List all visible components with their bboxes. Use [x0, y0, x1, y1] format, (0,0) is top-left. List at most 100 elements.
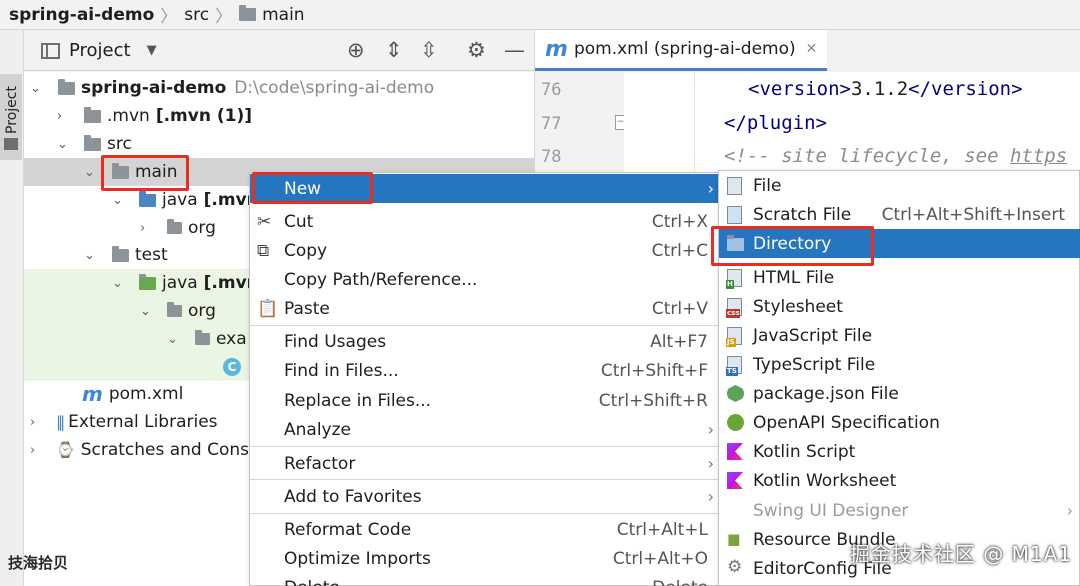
folder-icon: [239, 5, 257, 21]
chevron-right-icon[interactable]: ›: [140, 221, 145, 236]
submenu-item-openapi[interactable]: OpenAPI Specification: [719, 408, 1080, 437]
tree-node-root[interactable]: ⌄ spring-ai-demo D:\code\spring-ai-demo: [24, 74, 534, 102]
tree-node-label: .mvn: [107, 106, 150, 126]
comment-link[interactable]: https: [1010, 145, 1067, 167]
class-icon: C: [223, 358, 241, 376]
submenu-item-kotlin-script[interactable]: Kotlin Script: [719, 437, 1080, 466]
xml-text: 3.1.2: [850, 78, 909, 100]
menu-item-label: TypeScript File: [753, 354, 876, 375]
tree-node-label: test: [135, 245, 168, 265]
javascript-file-icon: JS: [726, 327, 742, 347]
menu-item-refactor[interactable]: Refactor ›: [250, 449, 720, 478]
menu-item-find-in-files[interactable]: Find in Files... Ctrl+Shift+F: [250, 356, 720, 385]
locate-icon[interactable]: ⊕: [347, 39, 365, 61]
submenu-item-html-file[interactable]: H HTML File: [719, 263, 1080, 292]
chevron-right-icon[interactable]: ›: [30, 415, 35, 430]
menu-item-label: Delete: [284, 578, 340, 586]
chevron-right-icon[interactable]: ›: [30, 443, 35, 458]
highlight-box-directory: [711, 226, 874, 266]
chevron-down-icon[interactable]: ⌄: [112, 276, 123, 291]
highlight-box-new: [252, 172, 373, 204]
menu-item-label: Add to Favorites: [284, 486, 422, 507]
menu-item-optimize-imports[interactable]: Optimize Imports Ctrl+Alt+O: [250, 544, 720, 573]
menu-item-shortcut: Ctrl+X: [651, 211, 708, 232]
menu-item-analyze[interactable]: Analyze ›: [250, 415, 720, 444]
expand-all-icon[interactable]: ⇕: [385, 39, 403, 61]
tree-node-module: [.mvn (1)]: [155, 106, 252, 126]
chevron-right-icon: ›: [707, 179, 714, 198]
submenu-item-javascript-file[interactable]: JS JavaScript File: [719, 321, 1080, 350]
menu-item-label: Optimize Imports: [284, 548, 431, 569]
menu-item-find-usages[interactable]: Find Usages Alt+F7: [250, 327, 720, 356]
chevron-down-icon[interactable]: ⌄: [57, 137, 68, 152]
typescript-file-icon: TS: [726, 356, 742, 376]
tree-node-label: pom.xml: [108, 384, 184, 404]
submenu-item-stylesheet[interactable]: css Stylesheet: [719, 292, 1080, 321]
submenu-item-kotlin-worksheet[interactable]: Kotlin Worksheet: [719, 466, 1080, 495]
minimize-icon[interactable]: —: [504, 39, 525, 61]
breadcrumb-item-project[interactable]: spring-ai-demo: [9, 5, 154, 25]
xml-tag: </version>: [908, 78, 1023, 100]
project-window-icon: [41, 42, 60, 59]
breadcrumb-item-src[interactable]: src: [184, 5, 209, 25]
project-view-selector[interactable]: Project ▼: [41, 40, 157, 61]
tree-node-label: Scratches and Conso: [80, 440, 260, 460]
xml-comment: <!-- site lifecycle, see: [724, 145, 1010, 167]
menu-item-add-to-favorites[interactable]: Add to Favorites ›: [250, 482, 720, 511]
html-file-icon: H: [726, 269, 742, 289]
menu-item-label: OpenAPI Specification: [753, 412, 940, 433]
icon-badge: H: [726, 280, 734, 289]
chevron-right-icon: 〉: [215, 7, 233, 27]
source-folder-icon: [139, 190, 156, 207]
chevron-down-icon[interactable]: ⌄: [140, 304, 151, 319]
submenu-item-swing-ui-designer[interactable]: Swing UI Designer ›: [719, 496, 1080, 525]
tree-node-label: External Libraries: [68, 412, 218, 432]
chevron-down-icon[interactable]: ▼: [147, 43, 157, 58]
menu-item-label: JavaScript File: [753, 325, 873, 346]
menu-item-label: Copy: [284, 240, 328, 261]
chevron-right-icon: ›: [1066, 501, 1073, 520]
submenu-item-file[interactable]: File: [719, 171, 1080, 200]
submenu-item-package-json[interactable]: package.json File: [719, 379, 1080, 408]
chevron-down-icon[interactable]: ⌄: [84, 165, 95, 180]
menu-item-label: Analyze: [284, 419, 351, 440]
gear-icon[interactable]: ⚙: [467, 39, 486, 61]
menu-item-shortcut: Alt+F7: [650, 331, 708, 352]
package-icon: [167, 219, 182, 234]
menu-item-delete[interactable]: Delete Delete: [250, 573, 720, 586]
chevron-down-icon[interactable]: ⌄: [30, 81, 41, 96]
folder-icon: [112, 245, 129, 262]
tool-window-stripe: Project: [0, 30, 24, 586]
menu-item-copy-path[interactable]: Copy Path/Reference...: [250, 265, 720, 294]
css-file-icon: css: [726, 298, 742, 318]
scratches-icon: ⌚: [56, 441, 75, 459]
menu-item-label: HTML File: [753, 267, 835, 288]
tree-node-mvn[interactable]: › .mvn [.mvn (1)]: [24, 102, 534, 130]
chevron-down-icon[interactable]: ⌄: [167, 332, 178, 347]
menu-item-paste[interactable]: 📋 Paste Ctrl+V: [250, 294, 720, 323]
menu-item-cut[interactable]: ✂ Cut Ctrl+X: [250, 207, 720, 236]
menu-item-reformat-code[interactable]: Reformat Code Ctrl+Alt+L: [250, 515, 720, 544]
icon-badge: css: [726, 309, 741, 318]
tree-node-src[interactable]: ⌄ src: [24, 130, 534, 158]
menu-item-label: File: [753, 175, 782, 196]
chevron-down-icon[interactable]: ⌄: [112, 193, 123, 208]
module-folder-icon: [58, 78, 75, 95]
breadcrumb-item-main[interactable]: main: [239, 5, 305, 25]
tree-node-label: src: [107, 134, 132, 154]
menu-item-label: Find Usages: [284, 331, 387, 352]
tab-pom-xml[interactable]: m pom.xml (spring-ai-demo) ✕: [535, 30, 828, 71]
line-number: 78: [541, 147, 562, 167]
chevron-down-icon[interactable]: ⌄: [84, 248, 95, 263]
submenu-item-scratch-file[interactable]: Scratch File Ctrl+Alt+Shift+Insert: [719, 200, 1080, 229]
menu-item-copy[interactable]: ⧉ Copy Ctrl+C: [250, 236, 720, 265]
collapse-all-icon[interactable]: ⇳: [420, 39, 438, 61]
submenu-item-typescript-file[interactable]: TS TypeScript File: [719, 350, 1080, 379]
menu-item-shortcut: Ctrl+C: [651, 240, 708, 261]
scratch-file-icon: [727, 206, 742, 224]
close-icon[interactable]: ✕: [806, 41, 818, 57]
chevron-right-icon[interactable]: ›: [57, 109, 62, 124]
menu-item-shortcut: Delete: [652, 578, 708, 586]
menu-item-replace-in-files[interactable]: Replace in Files... Ctrl+Shift+R: [250, 386, 720, 415]
test-source-folder-icon: [139, 273, 156, 290]
